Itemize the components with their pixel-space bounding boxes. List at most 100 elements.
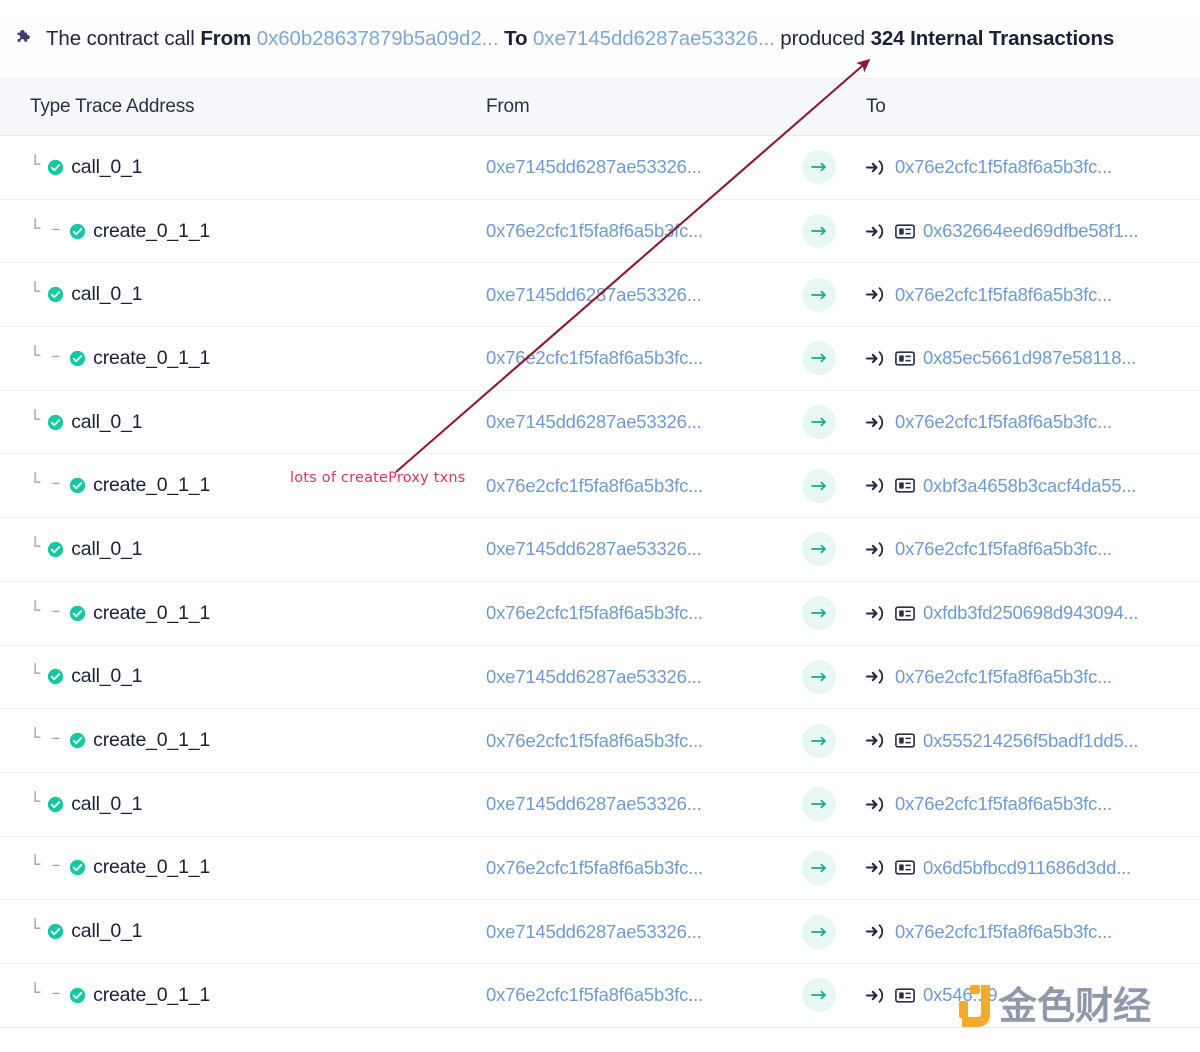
arrow-right-icon <box>810 927 826 936</box>
sign-in-arrow-icon <box>866 223 884 239</box>
table-row[interactable]: └ – create_0_1_1 0x76e2cfc1f5fa8f6a5b3fc..… <box>0 454 1200 519</box>
from-address-link[interactable]: 0x76e2cfc1f5fa8f6a5b3fc... <box>486 984 703 1005</box>
table-row[interactable]: └ call_0_1 0xe7145dd6287ae53326... 0x76e2cf… <box>0 900 1200 964</box>
banner-from-address[interactable]: 0x60b28637879b5a09d2... <box>257 27 499 50</box>
cell-direction <box>784 341 854 376</box>
tree-branch-marker: └ <box>30 664 42 685</box>
cell-type-trace-address: └ – create_0_1_1 <box>0 347 474 370</box>
table-row[interactable]: └ – create_0_1_1 0x76e2cfc1f5fa8f6a5b3fc..… <box>0 836 1200 901</box>
success-check-icon <box>69 223 86 239</box>
cell-type-trace-address: └ call_0_1 <box>0 665 474 688</box>
to-address-link[interactable]: 0x76e2cfc1f5fa8f6a5b3fc... <box>895 793 1112 815</box>
from-address-link[interactable]: 0x76e2cfc1f5fa8f6a5b3fc... <box>486 730 703 751</box>
cell-type-trace-address: └ call_0_1 <box>0 283 474 306</box>
cell-to: 0x76e2cfc1f5fa8f6a5b3fc... <box>854 284 1200 306</box>
internal-transactions-screenshot: The contract call From 0x60b28637879b5a0… <box>0 0 1200 1052</box>
table-row[interactable]: └ call_0_1 0xe7145dd6287ae53326... 0x76e2cf… <box>0 263 1200 328</box>
to-address-link[interactable]: 0xbf3a4658b3cacf4da55... <box>923 475 1136 497</box>
tree-branch-marker: └ <box>30 282 42 303</box>
trace-type-label: create_0_1_1 <box>93 219 211 242</box>
success-check-icon <box>69 478 86 494</box>
cell-from: 0xe7145dd6287ae53326... <box>474 793 784 815</box>
sign-in-arrow-icon <box>866 351 884 366</box>
success-check-icon <box>69 987 86 1003</box>
to-address-link[interactable]: 0xfdb3fd250698d943094... <box>923 602 1139 624</box>
table-row[interactable]: └ call_0_1 0xe7145dd6287ae53326... 0x76e2cf… <box>0 390 1200 455</box>
tree-branch-marker: └ – <box>30 855 64 876</box>
direction-arrow-badge <box>802 405 836 440</box>
banner-to-address[interactable]: 0xe7145dd6287ae53326... <box>533 27 775 50</box>
from-address-link[interactable]: 0xe7145dd6287ae53326... <box>486 411 702 432</box>
watermark: 金色财经 <box>957 983 1151 1029</box>
jinse-logo-icon <box>959 985 990 1027</box>
contract-icon <box>895 478 915 493</box>
from-address-link[interactable]: 0x76e2cfc1f5fa8f6a5b3fc... <box>486 220 703 241</box>
table-row[interactable]: └ call_0_1 0xe7145dd6287ae53326... 0x76e2cf… <box>0 772 1200 837</box>
to-address-link[interactable]: 0x76e2cfc1f5fa8f6a5b3fc... <box>895 538 1112 560</box>
cell-from: 0x76e2cfc1f5fa8f6a5b3fc... <box>474 347 784 369</box>
trace-type-label: call_0_1 <box>71 410 143 433</box>
column-header-type-trace-address: Type Trace Address <box>30 96 195 117</box>
table-row[interactable]: └ – create_0_1_1 0x76e2cfc1f5fa8f6a5b3fc..… <box>0 709 1200 773</box>
from-address-link[interactable]: 0x76e2cfc1f5fa8f6a5b3fc... <box>486 602 703 623</box>
banner-transaction-count: 324 <box>870 27 905 50</box>
arrow-right-icon <box>810 226 826 236</box>
tree-branch-marker: └ – <box>30 982 64 1003</box>
table-row[interactable]: └ – create_0_1_1 0x76e2cfc1f5fa8f6a5b3fc..… <box>0 199 1200 264</box>
sign-in-arrow-icon <box>866 414 884 430</box>
direction-arrow-badge <box>802 468 836 503</box>
direction-arrow-badge <box>802 787 836 822</box>
watermark-text: 金色财经 <box>999 984 1152 1028</box>
cell-from: 0x76e2cfc1f5fa8f6a5b3fc... <box>474 984 784 1006</box>
table-row[interactable]: └ – create_0_1_1 0x76e2cfc1f5fa8f6a5b3fc..… <box>0 581 1200 646</box>
tree-branch-marker: └ <box>30 791 42 812</box>
cell-to: 0x76e2cfc1f5fa8f6a5b3fc... <box>854 411 1200 433</box>
table-row[interactable]: └ call_0_1 0xe7145dd6287ae53326... 0x76e2cf… <box>0 645 1200 710</box>
from-address-link[interactable]: 0xe7145dd6287ae53326... <box>486 538 702 559</box>
cell-type-trace-address: └ call_0_1 <box>0 920 474 943</box>
to-address-link[interactable]: 0x76e2cfc1f5fa8f6a5b3fc... <box>895 411 1112 433</box>
to-address-link[interactable]: 0x85ec5661d987e58118... <box>923 347 1136 369</box>
from-address-link[interactable]: 0x76e2cfc1f5fa8f6a5b3fc... <box>486 475 703 496</box>
from-address-link[interactable]: 0xe7145dd6287ae53326... <box>486 284 702 305</box>
contract-icon <box>895 223 915 239</box>
success-check-icon <box>48 796 64 812</box>
contract-icon <box>895 988 915 1003</box>
cell-to: 0x76e2cfc1f5fa8f6a5b3fc... <box>854 793 1200 815</box>
arrow-right-icon <box>810 290 826 299</box>
direction-arrow-badge <box>802 850 836 885</box>
sign-in-arrow-icon <box>866 860 884 876</box>
cell-type-trace-address: └ call_0_1 <box>0 793 474 816</box>
trace-type-label: create_0_1_1 <box>93 346 211 369</box>
from-address-link[interactable]: 0x76e2cfc1f5fa8f6a5b3fc... <box>486 857 703 878</box>
cell-direction <box>784 914 854 949</box>
trace-type-label: create_0_1_1 <box>93 601 211 624</box>
table-row[interactable]: └ call_0_1 0xe7145dd6287ae53326... 0x76e2cf… <box>0 136 1200 200</box>
to-address-link[interactable]: 0x6d5bfbcd911686d3dd... <box>923 857 1131 879</box>
to-address-link[interactable]: 0x632664eed69dfbe58f1... <box>923 220 1139 242</box>
direction-arrow-badge <box>802 341 836 376</box>
from-address-link[interactable]: 0xe7145dd6287ae53326... <box>486 793 702 814</box>
from-address-link[interactable]: 0x76e2cfc1f5fa8f6a5b3fc... <box>486 347 703 368</box>
annotation-note: lots of createProxy txns <box>290 470 466 486</box>
to-address-link[interactable]: 0x76e2cfc1f5fa8f6a5b3fc... <box>895 284 1112 306</box>
from-address-link[interactable]: 0xe7145dd6287ae53326... <box>486 921 702 942</box>
cell-from: 0xe7145dd6287ae53326... <box>474 156 784 178</box>
table-row[interactable]: └ call_0_1 0xe7145dd6287ae53326... 0x76e2cf… <box>0 518 1200 582</box>
success-check-icon <box>48 159 64 175</box>
from-address-link[interactable]: 0xe7145dd6287ae53326... <box>486 666 702 687</box>
to-address-link[interactable]: 0x555214256f5badf1dd5... <box>923 730 1139 752</box>
cell-direction <box>784 214 854 249</box>
from-address-link[interactable]: 0xe7145dd6287ae53326... <box>486 156 702 177</box>
puzzle-piece-icon <box>17 30 30 42</box>
to-address-link[interactable]: 0x76e2cfc1f5fa8f6a5b3fc... <box>895 666 1112 688</box>
arrow-right-icon <box>810 672 826 682</box>
to-address-link[interactable]: 0x76e2cfc1f5fa8f6a5b3fc... <box>895 156 1112 178</box>
success-check-icon <box>69 350 86 367</box>
arrow-right-icon <box>810 354 826 363</box>
direction-arrow-badge <box>802 277 836 312</box>
table-row[interactable]: └ – create_0_1_1 0x76e2cfc1f5fa8f6a5b3fc..… <box>0 327 1200 391</box>
cell-to: 0x632664eed69dfbe58f1... <box>854 220 1200 242</box>
to-address-link[interactable]: 0x76e2cfc1f5fa8f6a5b3fc... <box>895 921 1112 943</box>
arrow-right-icon <box>810 799 826 809</box>
